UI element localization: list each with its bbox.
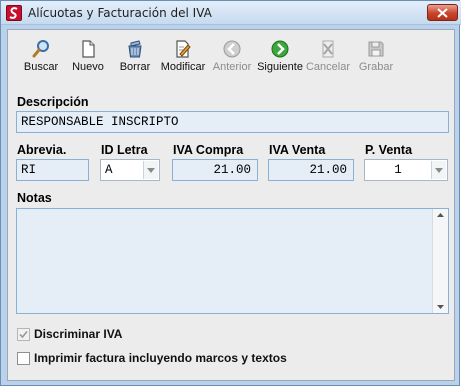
edit-button-label: Modificar: [160, 61, 206, 73]
abrevia-field[interactable]: RI: [16, 159, 89, 181]
cancel-icon: [318, 39, 338, 59]
close-icon: [437, 8, 448, 18]
id-letra-value: A: [105, 163, 113, 177]
descripcion-label: Descripción: [17, 95, 89, 109]
window-title: Alícuotas y Facturación del IVA: [28, 6, 212, 20]
scroll-up-icon[interactable]: [437, 213, 444, 217]
save-icon: [366, 39, 386, 59]
chevron-down-icon: [435, 168, 443, 173]
imprimir-factura-label: Imprimir factura incluyendo marcos y tex…: [34, 351, 287, 365]
app-window: Alícuotas y Facturación del IVA Buscar N…: [0, 0, 461, 386]
new-button-label: Nuevo: [72, 61, 104, 73]
edit-icon: [173, 39, 193, 59]
notas-scrollbar[interactable]: [432, 209, 448, 313]
p-venta-dropdown-button[interactable]: [431, 161, 446, 179]
cancel-button[interactable]: Cancelar: [305, 36, 351, 82]
iva-compra-field[interactable]: 21.00: [172, 159, 258, 181]
discriminar-iva-label: Discriminar IVA: [34, 327, 123, 341]
search-icon: [31, 39, 51, 59]
iva-venta-label: IVA Venta: [269, 143, 326, 157]
imprimir-factura-checkbox[interactable]: [17, 352, 30, 365]
iva-venta-field[interactable]: 21.00: [268, 159, 354, 181]
id-letra-dropdown-button[interactable]: [143, 161, 158, 179]
edit-button[interactable]: Modificar: [158, 36, 208, 82]
form-panel: Buscar Nuevo Borrar Modificar Anterior S…: [7, 29, 455, 381]
iva-compra-label: IVA Compra: [173, 143, 244, 157]
previous-icon: [222, 39, 242, 59]
new-button[interactable]: Nuevo: [68, 36, 108, 82]
delete-button-label: Borrar: [119, 61, 151, 73]
previous-button-label: Anterior: [212, 61, 252, 73]
p-venta-select[interactable]: 1: [364, 159, 448, 181]
abrevia-label: Abrevia.: [17, 143, 67, 157]
discriminar-iva-checkbox[interactable]: [17, 328, 30, 341]
save-button[interactable]: Grabar: [356, 36, 396, 82]
p-venta-value: 1: [394, 163, 402, 177]
save-button-label: Grabar: [358, 61, 394, 73]
checkmark-icon: [19, 330, 28, 339]
next-button-label: Siguiente: [257, 61, 303, 73]
chevron-down-icon: [147, 168, 155, 173]
next-button[interactable]: Siguiente: [257, 36, 303, 82]
title-bar[interactable]: Alícuotas y Facturación del IVA: [1, 1, 461, 25]
search-button-label: Buscar: [23, 61, 59, 73]
cancel-button-label: Cancelar: [305, 61, 351, 73]
close-button[interactable]: [427, 4, 458, 21]
p-venta-label: P. Venta: [365, 143, 413, 157]
scroll-down-icon[interactable]: [437, 305, 444, 309]
descripcion-field[interactable]: RESPONSABLE INSCRIPTO: [16, 111, 449, 133]
notas-textarea[interactable]: [16, 208, 449, 314]
delete-button[interactable]: Borrar: [115, 36, 155, 82]
delete-icon: [125, 39, 145, 59]
search-button[interactable]: Buscar: [21, 36, 61, 82]
id-letra-label: ID Letra: [101, 143, 148, 157]
next-icon: [270, 39, 290, 59]
previous-button[interactable]: Anterior: [211, 36, 253, 82]
notas-label: Notas: [17, 191, 52, 205]
toolbar: Buscar Nuevo Borrar Modificar Anterior S…: [8, 36, 454, 88]
app-logo-icon: [6, 5, 22, 21]
new-document-icon: [78, 39, 98, 59]
id-letra-select[interactable]: A: [100, 159, 160, 181]
